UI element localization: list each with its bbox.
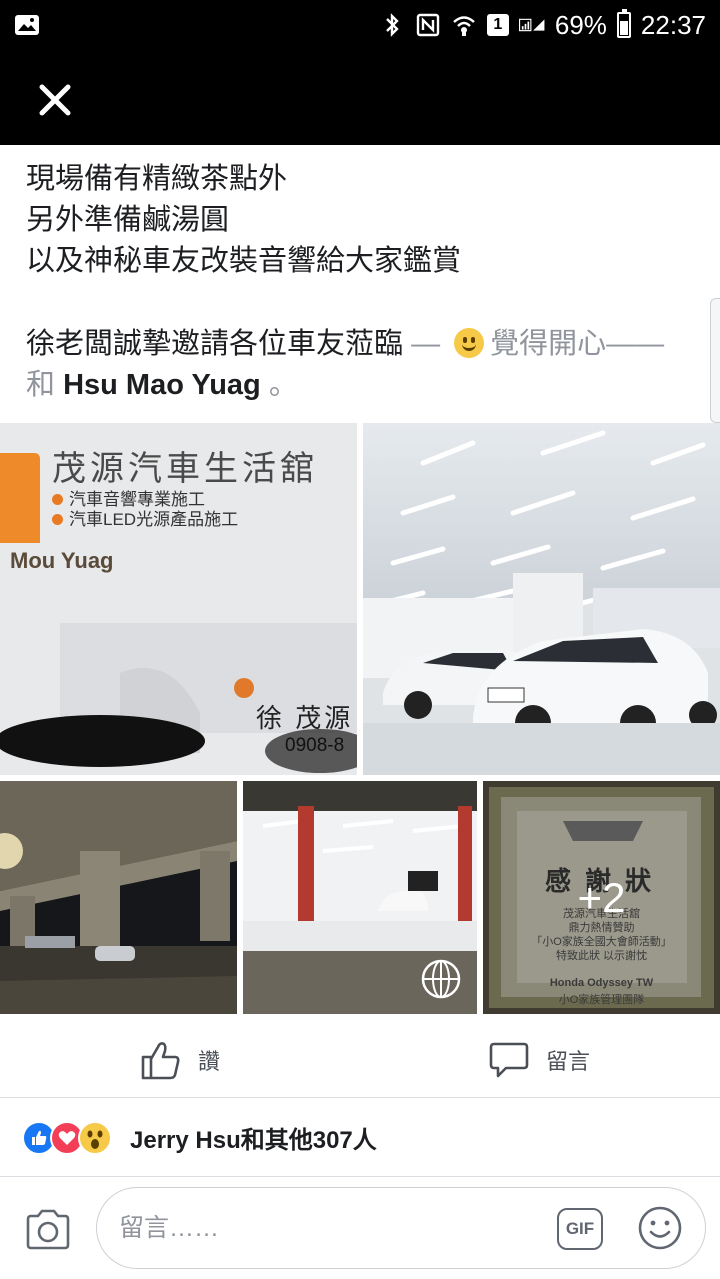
gif-button[interactable]: GIF [557, 1208, 603, 1250]
card-title: 茂源汽車生活舘 [52, 449, 318, 489]
feeling-text: 覺得開心 [490, 328, 607, 360]
gallery-icon [14, 13, 40, 37]
close-icon [39, 84, 71, 116]
post-actions: 讚 留言 [0, 1022, 720, 1098]
camera-button[interactable] [24, 1207, 72, 1251]
photo-business-card[interactable]: 茂源汽車生活舘 汽車音響專業施工 汽車LED光源產品施工 Mou Yuag 徐 … [0, 423, 357, 775]
post-line: 以及神秘車友改裝音響給大家鑑賞 [26, 245, 462, 277]
photo-showroom-cars[interactable] [363, 423, 720, 775]
comment-composer: GIF [0, 1177, 720, 1279]
tag-end: 。 [268, 369, 298, 401]
card-item: 汽車LED光源產品施工 [52, 505, 238, 530]
scroll-handle[interactable] [710, 298, 720, 423]
wifi-icon [451, 13, 477, 37]
nfc-icon [415, 13, 441, 37]
post-line: 現場備有精緻茶點外 [26, 163, 288, 195]
photo-garage-interior[interactable] [243, 781, 477, 1014]
invite-text: 徐老闆誠摯邀請各位車友蒞臨 [26, 328, 404, 360]
wow-reaction-icon [78, 1120, 112, 1155]
signal-icon [518, 13, 545, 37]
reactions-summary[interactable]: Jerry Hsu和其他307人 [0, 1099, 720, 1177]
battery-percent: 69% [554, 9, 607, 40]
smile-emoji-icon [454, 328, 485, 358]
invite-line: 徐老闆誠摯邀請各位車友蒞臨 — 覺得開心—— [26, 324, 706, 365]
gif-label: GIF [565, 1219, 595, 1238]
thumbs-up-icon [141, 1042, 180, 1080]
post-body: 現場備有精緻茶點外 另外準備鹹湯圓 以及神秘車友改裝音響給大家鑑賞 徐老闆誠摯邀… [26, 145, 706, 406]
more-photos-count: +2 [577, 873, 626, 921]
feeling-separator: — [411, 328, 441, 360]
card-phone: 0908-8 [285, 735, 345, 756]
clock: 22:37 [640, 9, 706, 40]
bluetooth-icon [379, 13, 405, 37]
comment-button[interactable]: 留言 [488, 1037, 590, 1083]
tag-line: 和 Hsu Mao Yuag 。 [26, 365, 706, 406]
card-person: 徐 茂源 [256, 703, 354, 733]
partial-text-line [26, 145, 706, 159]
card-brand: Mou Yuag [10, 548, 114, 573]
status-bar: 1 69% 22:37 [0, 0, 720, 50]
reaction-summary-text: Jerry Hsu和其他307人 [130, 1127, 377, 1154]
smiley-sticker-icon [638, 1206, 682, 1250]
feeling-tail: —— [606, 328, 665, 360]
post-line: 另外準備鹹湯圓 [26, 204, 230, 236]
photo-certificate[interactable]: 感謝狀 茂源汽車生活舘 鼎力熱情贊助 「小O家族全國大會師活動」 特致此狀 以示… [483, 781, 720, 1014]
tagged-user-link[interactable]: Hsu Mao Yuag [63, 369, 261, 401]
like-button[interactable]: 讚 [140, 1037, 220, 1083]
sim-indicator: 1 [486, 14, 509, 36]
camera-icon [26, 1209, 70, 1250]
comment-box: GIF [96, 1187, 706, 1269]
comment-label: 留言 [546, 1049, 591, 1074]
close-button[interactable] [30, 75, 80, 125]
like-label: 讚 [198, 1049, 221, 1074]
viewer-top-bar [0, 50, 720, 145]
globe-icon [420, 958, 462, 1000]
photo-overpass-night[interactable] [0, 781, 237, 1014]
battery-icon [616, 9, 631, 38]
more-photos-overlay[interactable]: +2 [483, 781, 720, 1014]
sticker-button[interactable] [637, 1205, 683, 1251]
with-word: 和 [26, 369, 56, 401]
comment-input[interactable] [119, 1208, 539, 1248]
comment-bubble-icon [489, 1042, 529, 1078]
